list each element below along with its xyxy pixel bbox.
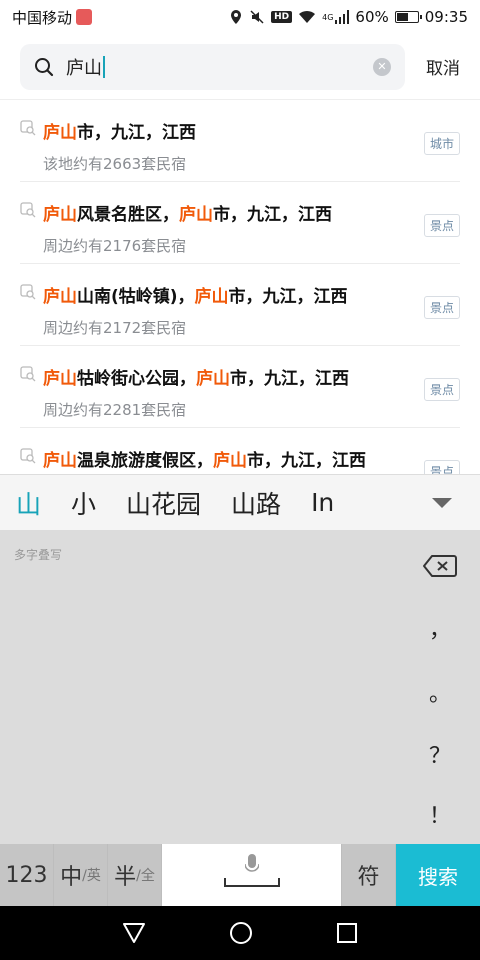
wifi-icon [299,10,316,23]
suggestion-subtitle: 周边约有2176套民宿 [43,237,187,255]
suggestion-subtitle: 周边约有2281套民宿 [43,401,187,419]
clock: 09:35 [424,8,468,26]
handwriting-mode-label: 多字叠写 [14,548,63,562]
suggestion-subtitle: 周边约有2172套民宿 [43,319,187,337]
punctuation-key[interactable]: ？ [400,738,480,770]
network-type: 4G [322,12,334,22]
ime-candidate[interactable]: 山 [16,485,41,521]
suggestion-item[interactable]: 庐山牯岭街心公园，庐山市，九江，江西 周边约有2281套民宿 景点 [20,346,460,428]
location-search-icon [20,448,36,464]
handwriting-pad[interactable]: 多字叠写 [0,530,400,844]
recents-icon[interactable] [336,922,358,944]
suggestion-item[interactable]: 庐山市，九江，江西 该地约有2663套民宿 城市 [20,100,460,182]
ime-candidate[interactable]: In [311,488,334,517]
search-header: 庐山 ✕ 取消 [0,34,480,100]
ime-candidate[interactable]: 山路 [231,485,281,521]
suggestion-title: 庐山市，九江，江西 [43,123,196,143]
clear-icon[interactable]: ✕ [373,57,391,76]
microphone-icon[interactable] [245,854,259,876]
suggestion-list: 庐山市，九江，江西 该地约有2663套民宿 城市 庐山风景名胜区，庐山市，九江，… [0,100,480,474]
cancel-button[interactable]: 取消 [426,54,460,79]
ime-candidate[interactable]: 山花园 [126,485,201,521]
suggestion-item[interactable]: 庐山风景名胜区，庐山市，九江，江西 周边约有2176套民宿 景点 [20,182,460,264]
type-badge: 景点 [423,296,460,319]
search-box[interactable]: 庐山 ✕ [20,43,405,90]
expand-candidates-icon[interactable] [432,497,452,508]
punctuation-key[interactable]: 。 [400,676,480,708]
suggestion-title: 庐山山南(牯岭镇)，庐山市，九江，江西 [43,287,348,307]
type-badge: 城市 [423,132,460,155]
space-bar-icon [224,878,280,887]
symbols-key[interactable]: 符 [342,844,396,906]
location-search-icon [20,284,36,300]
location-icon [231,10,242,24]
suggestion-item[interactable]: 庐山温泉旅游度假区，庐山市，九江，江西 景点 [20,428,460,474]
text-cursor [103,55,105,78]
backspace-icon[interactable] [422,554,458,578]
type-badge: 景点 [423,214,460,237]
mute-icon [250,10,264,24]
ime-candidate[interactable]: 小 [71,485,96,521]
search-icon [35,57,54,76]
type-badge: 景点 [423,460,460,474]
home-icon[interactable] [229,921,253,945]
ime-bottom-row: 123 中/英 半/全 符 搜索 [0,844,480,906]
ime-side-keys: ， 。 ？ ！ [400,530,480,844]
search-key[interactable]: 搜索 [396,844,480,906]
suggestion-item[interactable]: 庐山山南(牯岭镇)，庐山市，九江，江西 周边约有2172套民宿 景点 [20,264,460,346]
carrier-info: 中国移动 [12,7,93,28]
search-input[interactable]: 庐山 [54,54,102,80]
ime-candidate-bar: 山 小 山花园 山路 In [0,474,480,530]
app-notification-icon [76,9,93,25]
hd-icon: HD [271,11,293,23]
signal-icon [335,10,350,24]
punctuation-key[interactable]: ， [400,612,480,644]
suggestion-title: 庐山牯岭街心公园，庐山市，九江，江西 [43,369,349,389]
location-search-icon [20,202,36,218]
suggestion-title: 庐山风景名胜区，庐山市，九江，江西 [43,205,332,225]
punctuation-key[interactable]: ！ [400,798,480,830]
battery-icon [394,11,422,23]
suggestion-subtitle: 该地约有2663套民宿 [43,155,187,173]
location-search-icon [20,366,36,382]
carrier-name: 中国移动 [12,8,73,27]
suggestion-title: 庐山温泉旅游度假区，庐山市，九江，江西 [43,451,366,471]
system-nav-bar [0,906,480,960]
back-icon[interactable] [122,922,146,944]
language-toggle-key[interactable]: 中/英 [54,844,108,906]
numeric-key[interactable]: 123 [0,844,54,906]
status-bar: 中国移动 HD 4G 60% 09:35 [0,0,480,34]
width-toggle-key[interactable]: 半/全 [108,844,162,906]
type-badge: 景点 [423,378,460,401]
location-search-icon [20,120,36,136]
battery-percent: 60% [355,8,389,26]
space-key[interactable] [162,844,342,906]
status-icons: HD 4G 60% 09:35 [229,8,468,26]
